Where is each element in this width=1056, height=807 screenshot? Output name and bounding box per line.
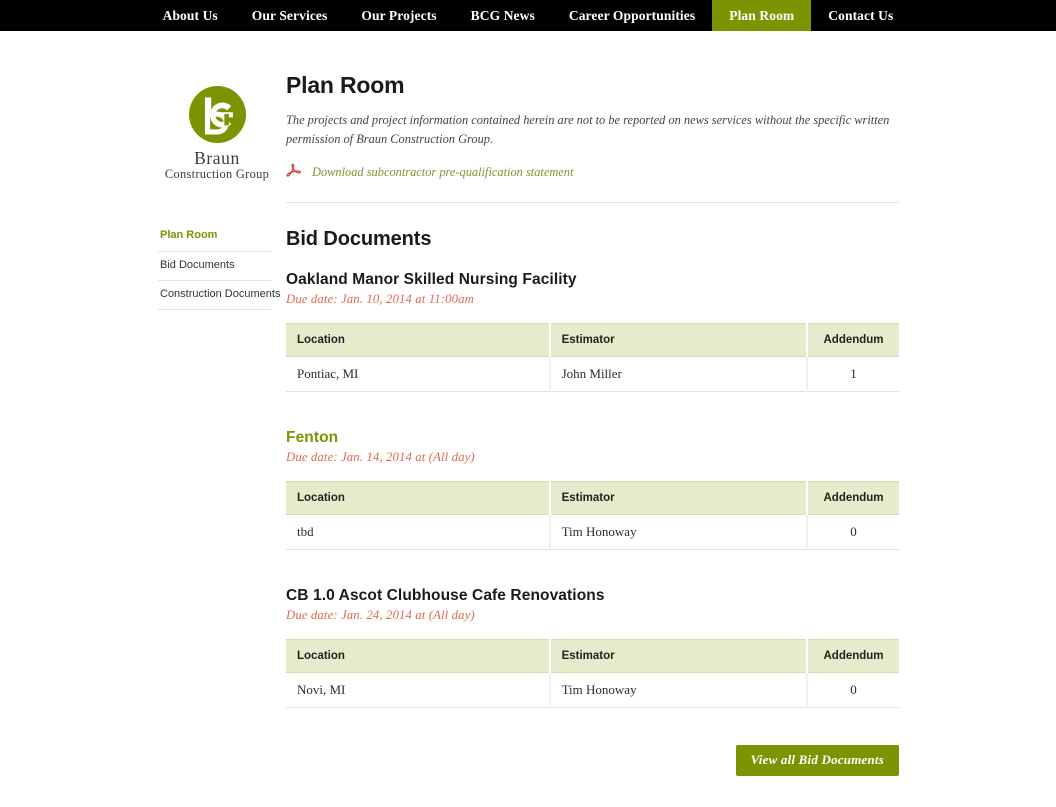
- bid-document-block: CB 1.0 Ascot Clubhouse Cafe Renovations D…: [286, 587, 898, 708]
- cell-addendum: 1: [807, 356, 899, 391]
- bid-due-date: Due date: Jan. 14, 2014 at (All day): [286, 450, 898, 465]
- column-header-location: Location: [286, 323, 550, 356]
- sidebar-nav: Plan RoomBid DocumentsConstruction Docum…: [158, 222, 271, 310]
- column-header-estimator: Estimator: [550, 481, 807, 514]
- download-prequalification-link[interactable]: Download subcontractor pre-qualification…: [312, 165, 573, 180]
- braun-logo-icon: [189, 86, 246, 143]
- bid-project-title[interactable]: Fenton: [286, 429, 898, 447]
- intro-disclaimer: The projects and project information con…: [286, 111, 899, 149]
- bid-details-table: LocationEstimatorAddendumtbdTim Honoway0: [286, 481, 899, 550]
- table-header-row: LocationEstimatorAddendum: [286, 323, 899, 356]
- bid-documents-list: Oakland Manor Skilled Nursing Facility Du…: [286, 271, 898, 708]
- bid-document-block: Fenton Due date: Jan. 14, 2014 at (All da…: [286, 429, 898, 550]
- page-body: Braun Construction Group Plan RoomBid Do…: [0, 31, 1056, 776]
- page-container: Braun Construction Group Plan RoomBid Do…: [158, 64, 898, 776]
- cell-addendum: 0: [807, 514, 899, 549]
- bid-details-table: LocationEstimatorAddendumPontiac, MIJohn…: [286, 323, 899, 392]
- site-logo[interactable]: Braun Construction Group: [158, 64, 276, 181]
- view-all-bid-documents-button[interactable]: View all Bid Documents: [736, 745, 899, 776]
- logo-line-1: Braun: [158, 149, 276, 167]
- nav-item-contact-us[interactable]: Contact Us: [811, 0, 910, 31]
- main-navigation-bar: About UsOur ServicesOur ProjectsBCG News…: [0, 0, 1056, 31]
- bid-due-date: Due date: Jan. 24, 2014 at (All day): [286, 608, 898, 623]
- column-header-estimator: Estimator: [550, 323, 807, 356]
- nav-item-about-us[interactable]: About Us: [146, 0, 235, 31]
- view-all-button-row: View all Bid Documents: [286, 745, 899, 776]
- nav-item-career-opportunities[interactable]: Career Opportunities: [552, 0, 712, 31]
- column-header-addendum: Addendum: [807, 639, 899, 672]
- nav-item-our-services[interactable]: Our Services: [235, 0, 345, 31]
- sidebar: Braun Construction Group Plan RoomBid Do…: [158, 64, 282, 310]
- table-row: Novi, MITim Honoway0: [286, 672, 899, 707]
- logo-wordmark: Braun Construction Group: [158, 149, 276, 181]
- nav-item-our-projects[interactable]: Our Projects: [344, 0, 453, 31]
- bid-project-title: CB 1.0 Ascot Clubhouse Cafe Renovations: [286, 587, 898, 605]
- cell-estimator: Tim Honoway: [550, 672, 807, 707]
- section-title-bid-documents: Bid Documents: [286, 228, 898, 251]
- table-row: tbdTim Honoway0: [286, 514, 899, 549]
- content-divider: [286, 202, 899, 203]
- table-header-row: LocationEstimatorAddendum: [286, 481, 899, 514]
- bid-project-title: Oakland Manor Skilled Nursing Facility: [286, 271, 898, 289]
- bid-document-block: Oakland Manor Skilled Nursing Facility Du…: [286, 271, 898, 392]
- bid-details-table: LocationEstimatorAddendumNovi, MITim Hon…: [286, 639, 899, 708]
- page-title: Plan Room: [286, 72, 898, 99]
- pdf-file-icon: [286, 163, 303, 182]
- table-header-row: LocationEstimatorAddendum: [286, 639, 899, 672]
- logo-line-2: Construction Group: [158, 168, 276, 181]
- download-link-row: Download subcontractor pre-qualification…: [286, 163, 898, 182]
- sidebar-item-plan-room[interactable]: Plan Room: [158, 222, 271, 251]
- main-content: Plan Room The projects and project infor…: [282, 64, 898, 776]
- bid-due-date: Due date: Jan. 10, 2014 at 11:00am: [286, 292, 898, 307]
- cell-estimator: John Miller: [550, 356, 807, 391]
- column-header-location: Location: [286, 481, 550, 514]
- nav-item-bcg-news[interactable]: BCG News: [454, 0, 552, 31]
- column-header-location: Location: [286, 639, 550, 672]
- cell-location: tbd: [286, 514, 550, 549]
- column-header-estimator: Estimator: [550, 639, 807, 672]
- cell-location: Novi, MI: [286, 672, 550, 707]
- table-row: Pontiac, MIJohn Miller1: [286, 356, 899, 391]
- cell-estimator: Tim Honoway: [550, 514, 807, 549]
- column-header-addendum: Addendum: [807, 481, 899, 514]
- sidebar-item-construction-documents[interactable]: Construction Documents: [158, 281, 271, 310]
- nav-item-plan-room[interactable]: Plan Room: [712, 0, 811, 31]
- nav-items-container: About UsOur ServicesOur ProjectsBCG News…: [146, 0, 911, 31]
- column-header-addendum: Addendum: [807, 323, 899, 356]
- sidebar-item-bid-documents[interactable]: Bid Documents: [158, 252, 271, 281]
- cell-addendum: 0: [807, 672, 899, 707]
- cell-location: Pontiac, MI: [286, 356, 550, 391]
